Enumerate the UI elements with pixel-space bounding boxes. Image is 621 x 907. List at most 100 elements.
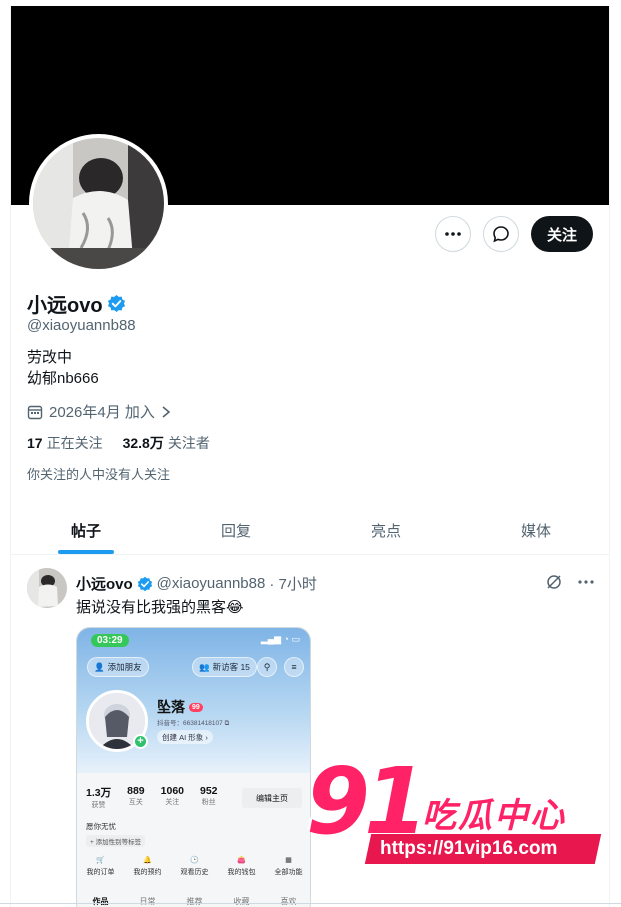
- embedded-stat: 1.3万获赞: [86, 785, 111, 810]
- tab-posts[interactable]: 帖子: [11, 507, 161, 554]
- stat-label: 获赞: [91, 802, 106, 809]
- clock-icon: 🕒: [190, 857, 199, 864]
- embedded-tab: 日常: [139, 897, 156, 906]
- embedded-intro: 愿你无忧: [86, 822, 116, 831]
- embedded-name: 坠落: [157, 699, 185, 715]
- add-badge-icon: +: [133, 734, 148, 749]
- calendar-icon: [27, 405, 43, 419]
- embedded-menu: 🛒 我的订单 🔔 我的预约 🕒 观看历史 👛 我的钱包 ▦ 全部功能: [77, 856, 310, 877]
- mutual-followers-note: 你关注的人中没有人关注: [27, 467, 171, 482]
- post-actions: [545, 573, 595, 591]
- profile-avatar[interactable]: [29, 134, 168, 273]
- cart-icon: 🛒: [96, 857, 105, 864]
- stat-value: 1060: [160, 785, 184, 797]
- follow-button[interactable]: 关注: [530, 216, 593, 252]
- menu-label: 我的订单: [86, 869, 115, 876]
- following-link[interactable]: 17 正在关注: [27, 433, 103, 453]
- post-time[interactable]: · 7小时: [269, 573, 317, 594]
- joined-date[interactable]: 2026年4月 加入: [27, 401, 171, 422]
- embedded-menu-item: 🛒 我的订单: [87, 856, 115, 877]
- watermark-text: 吃瓜中心: [422, 796, 566, 836]
- embedded-id: 抖音号：66381418107 ⧉: [157, 720, 230, 727]
- embedded-stat: 1060 关注: [161, 785, 184, 810]
- embedded-tag-pill: + 添加性别等标签: [86, 835, 146, 847]
- stat-label: 关注: [165, 799, 180, 806]
- wallet-icon: 👛: [237, 857, 246, 864]
- grid-icon: ▦: [285, 857, 292, 864]
- embedded-tab: 收藏: [233, 897, 250, 906]
- following-count: 17: [27, 435, 43, 451]
- message-button[interactable]: [482, 216, 519, 252]
- menu-label: 我的预约: [133, 869, 162, 876]
- profile-handle: @xiaoyuannb88: [27, 317, 136, 334]
- search-icon: ⚲: [257, 657, 277, 677]
- embedded-menu-item: 👛 我的钱包: [228, 856, 256, 877]
- watermark-url: https://91vip16.com: [380, 838, 558, 859]
- profile-actions: 关注: [434, 216, 593, 252]
- following-label: 正在关注: [46, 435, 103, 451]
- stat-label: 粉丝: [201, 799, 216, 806]
- embedded-stats: 1.3万获赞 889 互关 1060 关注 952 粉丝: [86, 785, 218, 810]
- post-header: 小远ovo @xiaoyuannb88 · 7小时: [76, 573, 317, 594]
- followers-label: 关注者: [167, 435, 210, 451]
- post-image[interactable]: 03:29 ▂▄▆ ◔ ▭ 👤 添加朋友 👥 新访客 15 ⚲ ≡ + 坠落 9…: [76, 627, 311, 907]
- embedded-tab: 推荐: [186, 897, 203, 906]
- menu-label: 全部功能: [274, 869, 303, 876]
- post-author[interactable]: 小远ovo: [76, 573, 133, 594]
- menu-label: 我的钱包: [227, 869, 256, 876]
- bell-icon: 🔔: [143, 857, 152, 864]
- profile-tabs: 帖子 回复 亮点 媒体: [11, 507, 609, 555]
- visitors-icon: 👥: [199, 661, 210, 672]
- tab-highlights[interactable]: 亮点: [311, 507, 461, 554]
- add-user-icon: 👤: [94, 661, 105, 672]
- embedded-profile-header: 03:29 ▂▄▆ ◔ ▭ 👤 添加朋友 👥 新访客 15 ⚲ ≡ + 坠落 9…: [77, 628, 310, 773]
- verified-badge-icon[interactable]: [107, 294, 126, 313]
- level-badge: 99: [189, 702, 203, 712]
- ai-pill: 创建 AI 形象 ›: [157, 730, 213, 744]
- menu-label: 观看历史: [180, 869, 209, 876]
- profile-bio: 劳改中 幼郁nb666: [27, 347, 99, 389]
- post-text: 据说没有比我强的黑客😂: [76, 599, 244, 616]
- add-friend-label: 添加朋友: [107, 662, 142, 672]
- watermark: 91 吃瓜中心 https://91vip16.com: [300, 752, 605, 877]
- followers-link[interactable]: 32.8万 关注者: [123, 433, 210, 453]
- post-handle[interactable]: @xiaoyuannb88: [157, 575, 266, 592]
- chevron-right-icon: [162, 405, 171, 418]
- grok-icon[interactable]: [545, 573, 563, 591]
- watermark-url-box: https://91vip16.com: [364, 834, 602, 864]
- embedded-edit-button: 编辑主页: [242, 788, 302, 808]
- avatar-photo: [33, 138, 164, 269]
- verified-badge-icon: [137, 576, 152, 591]
- display-name: 小远ovo: [27, 295, 103, 317]
- add-friend-pill: 👤 添加朋友: [87, 657, 149, 677]
- more-icon[interactable]: [577, 573, 595, 591]
- stat-label: 互关: [128, 799, 143, 806]
- joined-text: 2026年4月 加入: [49, 404, 155, 421]
- menu-icon: ≡: [284, 657, 304, 677]
- message-icon: [493, 226, 509, 243]
- new-visitors-label: 新访客 15: [212, 662, 250, 672]
- embedded-tabs: 作品 日常 推荐 收藏 喜欢: [77, 896, 310, 907]
- embedded-menu-item: 🕒 观看历史: [181, 856, 209, 877]
- embedded-tab: 喜欢: [280, 897, 297, 906]
- embedded-menu-item: ▦ 全部功能: [275, 856, 303, 877]
- divider: [0, 903, 621, 904]
- embedded-name-row: 坠落 99: [157, 697, 203, 717]
- embedded-stat: 952 粉丝: [200, 785, 218, 810]
- avatar-photo: [27, 568, 67, 608]
- post-avatar[interactable]: [27, 568, 67, 608]
- more-icon: [445, 232, 461, 236]
- stat-value: 1.3万: [86, 787, 112, 799]
- more-button[interactable]: [434, 216, 471, 252]
- followers-count: 32.8万: [122, 435, 164, 451]
- embedded-tab: 作品: [93, 896, 109, 907]
- bio-line: 劳改中: [27, 349, 73, 366]
- bio-line: 幼郁nb666: [27, 370, 99, 387]
- tab-replies[interactable]: 回复: [161, 507, 311, 554]
- tab-media[interactable]: 媒体: [461, 507, 609, 554]
- status-icons: ▂▄▆ ◔ ▭: [260, 634, 300, 644]
- embedded-menu-item: 🔔 我的预约: [134, 856, 162, 877]
- status-time: 03:29: [91, 634, 129, 647]
- stat-value: 889: [127, 785, 145, 797]
- follow-stats: 17 正在关注 32.8万 关注者: [27, 433, 210, 453]
